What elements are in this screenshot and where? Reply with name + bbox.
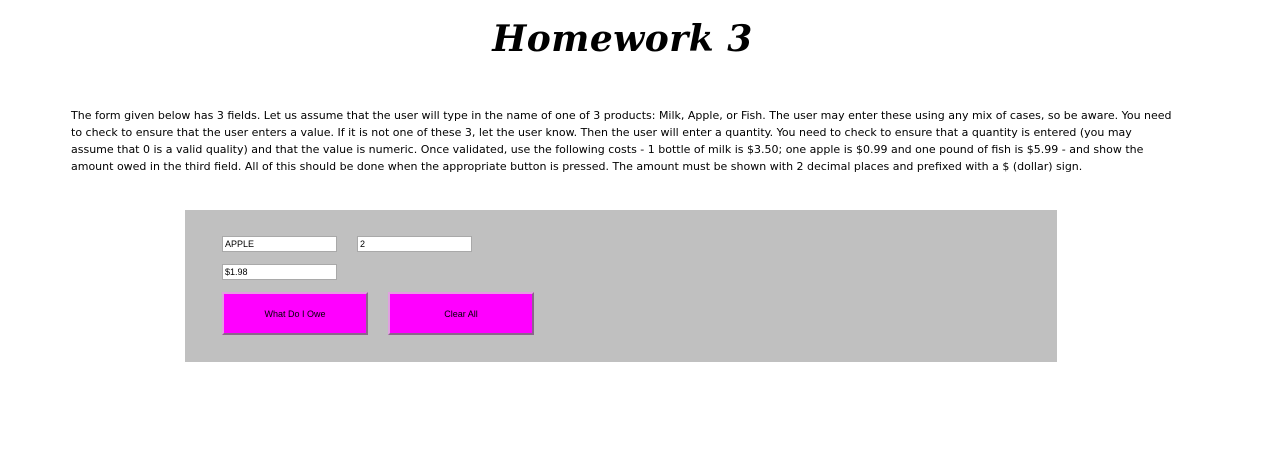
- page-title: Homework 3: [492, 18, 753, 60]
- what-do-i-owe-button[interactable]: What Do I Owe: [222, 292, 368, 335]
- product-input[interactable]: [222, 236, 337, 252]
- instructions-text: The form given below has 3 fields. Let u…: [71, 109, 1172, 173]
- page: Homework 3 The form given below has 3 fi…: [0, 0, 1280, 456]
- clear-all-button[interactable]: Clear All: [388, 292, 534, 335]
- order-form: What Do I Owe Clear All: [185, 210, 1057, 362]
- quantity-input[interactable]: [357, 236, 472, 252]
- amount-owed-field[interactable]: [222, 264, 337, 280]
